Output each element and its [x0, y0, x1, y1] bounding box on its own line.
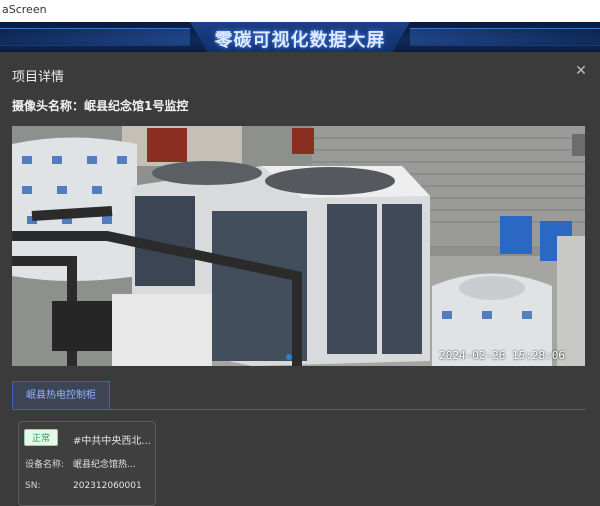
- project-detail-modal: 项目详情 ✕ 摄像头名称：岷县纪念馆1号监控 2024-02-26 15:28:…: [0, 52, 600, 506]
- browser-tab-title[interactable]: aScreen: [2, 3, 47, 16]
- video-timestamp: 2024-02-26 15:28:06: [439, 349, 565, 362]
- video-indicator-dot: [286, 354, 292, 360]
- device-tab-row: 岷县热电控制柜: [12, 381, 586, 410]
- device-sn-label: SN:: [25, 481, 41, 491]
- modal-title: 项目详情: [12, 70, 65, 85]
- banner-title: 零碳可视化数据大屏: [214, 30, 386, 51]
- status-badge: 正常: [24, 429, 59, 446]
- camera-name-label: 摄像头名称：岷县纪念馆1号监控: [12, 99, 189, 113]
- device-card[interactable]: 正常 #中共中央西北... 设备名称: 岷县纪念馆热... SN: 202312…: [18, 421, 156, 506]
- device-name-label: 设备名称:: [25, 460, 65, 470]
- device-location: #中共中央西北...: [73, 436, 151, 447]
- browser-tab-bar: aScreen: [0, 0, 600, 23]
- camera-video-feed[interactable]: 2024-02-26 15:28:06: [12, 126, 585, 366]
- device-name-value: 岷县纪念馆热...: [73, 460, 136, 470]
- close-icon[interactable]: ✕: [572, 62, 590, 80]
- header-banner: 零碳可视化数据大屏: [0, 22, 600, 52]
- device-sn-value: 202312060001: [73, 481, 142, 491]
- camera-frame-illustration: [12, 126, 585, 366]
- tab-heat-control-cabinet[interactable]: 岷县热电控制柜: [12, 381, 110, 409]
